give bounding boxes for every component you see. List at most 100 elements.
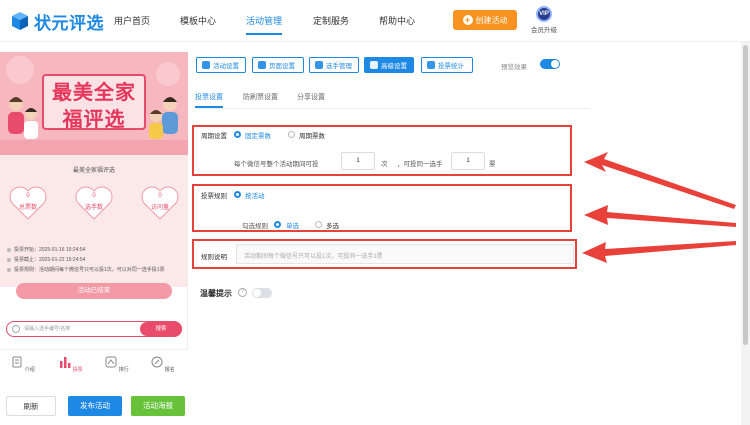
rules-desc-label: 规则说明 (201, 254, 227, 261)
subtab-share-settings[interactable]: 分享设置 (297, 92, 325, 102)
refresh-button[interactable]: 刷新 (6, 396, 56, 416)
stat-label: 访问量 (150, 205, 169, 211)
create-activity-button[interactable]: + 创建活动 (453, 10, 517, 30)
stat-total-votes: 0 总票数 (8, 185, 48, 221)
votes-per-contestant-input[interactable]: 1 (451, 152, 485, 170)
radio-fixed-votes-label[interactable]: 固定票数 (245, 130, 271, 140)
bar-chart-icon (60, 357, 71, 368)
tab-vote-statistics[interactable]: 投票统计 (421, 57, 473, 73)
radio-fixed-votes[interactable] (234, 131, 241, 138)
tab-ranking[interactable]: 排行 (104, 356, 130, 373)
nav-custom-service[interactable]: 定制服务 (313, 14, 349, 27)
edit-icon (151, 356, 163, 368)
stat-visits: 0 访问量 (140, 185, 180, 221)
search-button[interactable]: 搜索 (140, 322, 182, 336)
nav-activity-management[interactable]: 活动管理 (246, 14, 282, 27)
check-rule-label: 勾选规则 (242, 223, 268, 230)
annotation-arrows (582, 152, 736, 263)
toggle-knob (551, 60, 559, 68)
create-activity-label: 创建活动 (475, 15, 508, 25)
banner-title-line2: 福评选 (62, 109, 126, 131)
plus-icon: + (462, 15, 473, 25)
stat-value: 0 (26, 193, 30, 199)
vip-label: 会员升级 (531, 27, 557, 34)
preview-effect-label: 预览效果 (501, 64, 527, 71)
radio-single-choice-label[interactable]: 单选 (286, 220, 299, 230)
subtab-vote-settings[interactable]: 投票设置 (195, 92, 223, 102)
tab-advanced-settings[interactable]: 高级设置 (364, 57, 414, 73)
banner-title-line1: 最美全家 (52, 82, 136, 104)
document-icon (12, 356, 22, 368)
preview-banner: 最美全家 福评选 (0, 52, 188, 155)
votes-unit: 票 (489, 161, 496, 168)
chart-icon (427, 61, 435, 69)
info-vote-rule: 投票规则：活动期间每个微信号只可以投1次，可以对同一选手投1票 (7, 266, 165, 273)
sliders-icon (370, 61, 378, 69)
bullet-icon (7, 247, 11, 252)
activity-status-button[interactable]: 活动已结束 (16, 283, 172, 299)
bullet-icon (7, 257, 11, 262)
tab-signup[interactable]: 报名 (150, 356, 176, 373)
times-unit: 次 (381, 161, 388, 168)
tip-toggle[interactable] (252, 288, 272, 298)
arrow-icon (582, 241, 736, 263)
arrow-icon (584, 152, 736, 209)
radio-multiple-choice[interactable] (315, 221, 322, 228)
help-icon[interactable]: ? (238, 288, 247, 297)
family-left-illustration-icon (8, 97, 38, 139)
vip-badge-icon: VIP (536, 6, 552, 22)
tab-activity-settings[interactable]: 活动设置 (196, 57, 246, 73)
vip-upgrade[interactable]: VIP 会员升级 (530, 6, 558, 34)
search-icon (12, 325, 20, 333)
arrow-icon (584, 205, 736, 227)
radio-multiple-choice-label[interactable]: 多选 (326, 220, 339, 230)
radio-periodic-votes[interactable] (288, 131, 295, 138)
tab-contestant-management[interactable]: 选手管理 (309, 57, 359, 73)
stat-contestants: 0 选手数 (74, 185, 114, 221)
family-right-illustration-icon (149, 97, 178, 139)
cycle-description: 每个微信号整个活动期间可投 (234, 161, 319, 168)
toggle-knob (253, 289, 261, 297)
tab-intro[interactable]: 介绍 (10, 356, 36, 373)
stat-value: 0 (92, 193, 96, 199)
users-icon (315, 61, 323, 69)
top-navigation-bar: 状元评选 用户首页 模板中心 活动管理 定制服务 帮助中心 + 创建活动 VIP… (0, 0, 750, 42)
scrollbar-thumb[interactable] (743, 45, 748, 345)
logo-text: 状元评选 (34, 13, 104, 33)
times-per-voter-input[interactable]: 1 (341, 152, 375, 170)
radio-by-activity[interactable] (234, 191, 241, 198)
rules-desc-input[interactable]: 活动期间每个微信号只可以投1次，可投同一选手1票 (236, 244, 574, 264)
stat-value: 0 (158, 193, 162, 199)
subtab-anti-fraud[interactable]: 防刷票设置 (243, 92, 278, 102)
preview-tab-bar: 介绍 投票 排行 报名 (0, 349, 188, 386)
radio-periodic-votes-label[interactable]: 周期票数 (299, 130, 325, 140)
cycle-settings-label: 周期设置 (201, 133, 227, 140)
preview-section-title: 最美全家福评选 (72, 168, 115, 174)
activity-poster-button[interactable]: 活动海报 (131, 396, 185, 416)
radio-single-choice[interactable] (274, 221, 281, 228)
tab-vote[interactable]: 投票 (58, 356, 84, 373)
nav-active-underline (246, 33, 282, 35)
settings-icon (258, 61, 266, 69)
search-input[interactable]: 请输入选手编号/名称 (24, 325, 70, 332)
logo-cube-icon (12, 12, 28, 30)
nav-help-center[interactable]: 帮助中心 (379, 14, 415, 27)
bullet-icon (7, 267, 11, 272)
mobile-preview: 最美全家 福评选 最美全家福评选 0 总票数 0 选手数 0 访问量 投票开始：… (0, 52, 188, 386)
contestant-search-bar: 请输入选手编号/名称 搜索 (6, 321, 182, 337)
publish-activity-button[interactable]: 发布活动 (68, 396, 122, 416)
radio-by-activity-label[interactable]: 按活动 (245, 190, 265, 200)
nav-template-center[interactable]: 模板中心 (180, 14, 216, 27)
subtab-divider (195, 108, 590, 109)
logo[interactable]: 状元评选 (10, 9, 104, 33)
ranking-icon (105, 356, 117, 368)
nav-user-home[interactable]: 用户首页 (114, 14, 150, 27)
preview-effect-toggle[interactable] (540, 59, 560, 69)
info-vote-end: 投票截止：2025-01-22 15:24:54 (7, 256, 85, 263)
stat-label: 总票数 (18, 205, 37, 211)
stat-label: 选手数 (84, 205, 103, 211)
rules-desc-placeholder: 活动期间每个微信号只可以投1次，可投同一选手1票 (244, 254, 383, 260)
tip-label: 温馨提示 (200, 289, 232, 298)
tab-page-settings[interactable]: 页面设置 (252, 57, 304, 73)
gear-icon (202, 61, 210, 69)
